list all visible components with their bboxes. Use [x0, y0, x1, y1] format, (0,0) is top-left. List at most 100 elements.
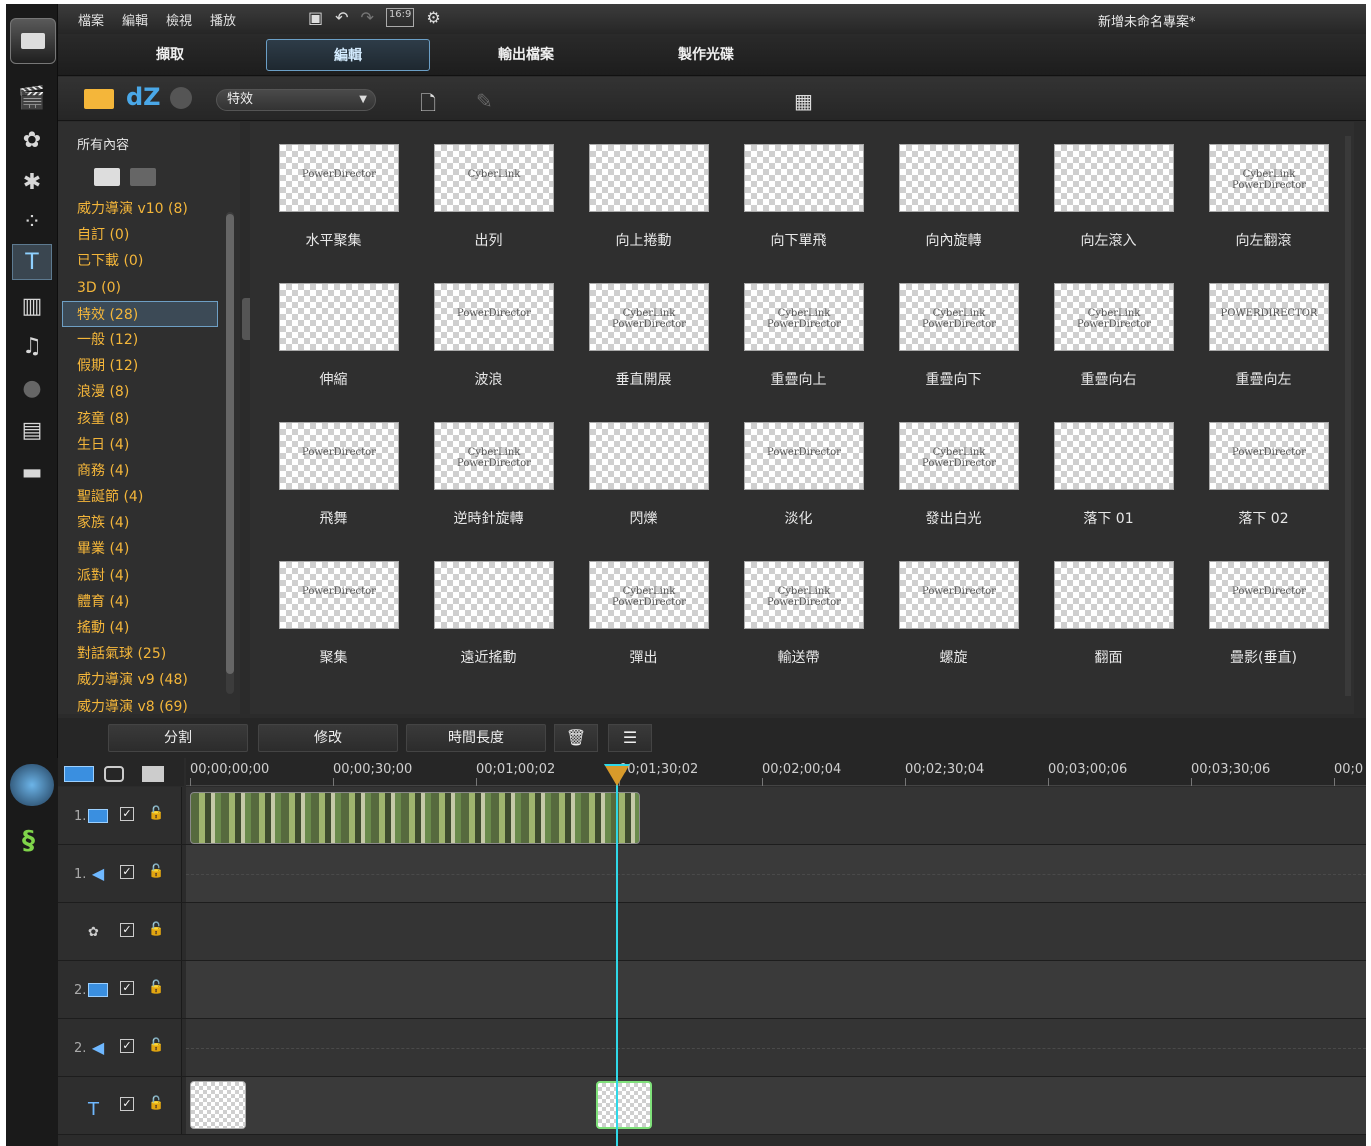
title-effect-thumbnail[interactable]: CyberLink PowerDirector	[899, 422, 1019, 490]
title-effect-item[interactable]: PowerDirector 疊影(垂直)	[1186, 543, 1341, 669]
track-enable-checkbox[interactable]: ✓	[120, 1039, 134, 1053]
video-clip[interactable]	[190, 792, 640, 844]
track-lock-icon[interactable]: 🔓	[148, 807, 164, 821]
title-effect-thumbnail[interactable]: CyberLink PowerDirector	[589, 561, 709, 629]
category-item[interactable]: 自訂 (0)	[58, 222, 218, 248]
title-effect-item[interactable]: 向下單飛	[721, 126, 876, 252]
title-effect-item[interactable]: 落下 01	[1031, 404, 1186, 530]
title-effect-thumbnail[interactable]: PowerDirector	[1209, 561, 1329, 629]
menu-play[interactable]: 播放	[210, 10, 236, 29]
title-effect-thumbnail[interactable]: CyberLink PowerDirector	[744, 561, 864, 629]
menu-view[interactable]: 檢視	[166, 10, 192, 29]
title-room-icon[interactable]: T	[12, 244, 52, 280]
title-effect-item[interactable]: CyberLink PowerDirector 發出白光	[876, 404, 1031, 530]
track-enable-checkbox[interactable]: ✓	[120, 981, 134, 995]
directorzone-icon[interactable]: dZ	[126, 83, 161, 111]
title-effect-thumbnail[interactable]	[1054, 422, 1174, 490]
modify-button[interactable]: 修改	[258, 724, 398, 752]
voice-over-room-icon[interactable]: ●	[12, 370, 52, 406]
track-enable-checkbox[interactable]: ✓	[120, 865, 134, 879]
title-effect-thumbnail[interactable]: CyberLink PowerDirector	[589, 283, 709, 351]
audio-mixing-room-icon[interactable]: ♫	[12, 328, 52, 364]
magic-tool-icon[interactable]	[10, 764, 54, 806]
title-effect-item[interactable]: CyberLink PowerDirector 重疊向下	[876, 265, 1031, 391]
undo-icon[interactable]: ↶	[335, 8, 348, 27]
subtitle-room-icon[interactable]: ▬	[12, 454, 52, 490]
smart-fit-icon[interactable]: §	[22, 826, 35, 856]
category-item[interactable]: 生日 (4)	[58, 432, 218, 458]
user-icon[interactable]	[170, 87, 192, 109]
title-effect-item[interactable]: CyberLink 出列	[411, 126, 566, 252]
tab-produce[interactable]: 輸出檔案	[444, 39, 608, 71]
category-item[interactable]: 派對 (4)	[58, 563, 218, 589]
category-item[interactable]: 已下載 (0)	[58, 248, 218, 274]
title-effect-thumbnail[interactable]: PowerDirector	[279, 422, 399, 490]
title-effect-item[interactable]: CyberLink PowerDirector 向左翻滾	[1186, 126, 1341, 252]
track-enable-checkbox[interactable]: ✓	[120, 807, 134, 821]
tab-create-disc[interactable]: 製作光碟	[624, 39, 788, 71]
settings-gear-icon[interactable]: ⚙	[426, 8, 440, 27]
pip-room-icon[interactable]: ✱	[12, 164, 52, 200]
title-effect-thumbnail[interactable]: CyberLink PowerDirector	[899, 283, 1019, 351]
menu-file[interactable]: 檔案	[78, 10, 104, 29]
title-effect-item[interactable]: 向內旋轉	[876, 126, 1031, 252]
more-functions-icon[interactable]: ☰	[608, 724, 652, 752]
track-enable-checkbox[interactable]: ✓	[120, 1097, 134, 1111]
title-effect-thumbnail[interactable]: PowerDirector	[899, 561, 1019, 629]
title-effect-item[interactable]: PowerDirector 螺旋	[876, 543, 1031, 669]
title-effect-item[interactable]: 閃爍	[566, 404, 721, 530]
redo-icon[interactable]: ↷	[361, 8, 374, 27]
track-enable-checkbox[interactable]: ✓	[120, 923, 134, 937]
title-effect-item[interactable]: 向上捲動	[566, 126, 721, 252]
title-effect-thumbnail[interactable]	[744, 144, 864, 212]
effect-room-icon[interactable]: ✿	[12, 122, 52, 158]
track-lock-icon[interactable]: 🔓	[148, 923, 164, 937]
title-effect-thumbnail[interactable]	[899, 144, 1019, 212]
title-effect-thumbnail[interactable]: PowerDirector	[744, 422, 864, 490]
add-track-icon[interactable]	[142, 766, 164, 782]
title-effect-item[interactable]: PowerDirector 波浪	[411, 265, 566, 391]
category-item[interactable]: 家族 (4)	[58, 510, 218, 536]
particle-room-icon[interactable]: ⁘	[12, 204, 52, 240]
category-item[interactable]: 聖誕節 (4)	[58, 484, 218, 510]
category-item[interactable]: 商務 (4)	[58, 458, 218, 484]
remove-folder-icon[interactable]	[130, 168, 156, 186]
title-effect-thumbnail[interactable]: CyberLink PowerDirector	[434, 422, 554, 490]
timeline-ruler[interactable]: 00;00;00;00 00;00;30;00 00;01;00;02 00;01;3…	[186, 758, 1366, 786]
title-effect-item[interactable]: 翻面	[1031, 543, 1186, 669]
track-lane[interactable]	[186, 845, 1366, 902]
title-effect-thumbnail[interactable]	[1054, 561, 1174, 629]
title-effect-item[interactable]: PowerDirector 飛舞	[256, 404, 411, 530]
title-effect-item[interactable]: POWERDIRECTOR 重疊向左	[1186, 265, 1341, 391]
track-lane[interactable]	[186, 1019, 1366, 1076]
track-lane[interactable]	[186, 903, 1366, 960]
title-effect-thumbnail[interactable]: CyberLink PowerDirector	[1054, 283, 1174, 351]
track-lane[interactable]	[186, 787, 1366, 844]
title-effect-thumbnail[interactable]: PowerDirector	[279, 561, 399, 629]
category-scrollbar[interactable]	[224, 200, 234, 704]
title-effect-thumbnail[interactable]	[279, 283, 399, 351]
title-effect-thumbnail[interactable]: PowerDirector	[279, 144, 399, 212]
title-effect-item[interactable]: PowerDirector 淡化	[721, 404, 876, 530]
edit-title-icon[interactable]: ✎	[476, 89, 493, 113]
track-lane[interactable]	[186, 1077, 1366, 1134]
title-effect-item[interactable]: CyberLink PowerDirector 逆時針旋轉	[411, 404, 566, 530]
tab-edit[interactable]: 編輯	[266, 39, 430, 71]
title-effect-thumbnail[interactable]: CyberLink PowerDirector	[1209, 144, 1329, 212]
title-effect-thumbnail[interactable]: PowerDirector	[434, 283, 554, 351]
category-item[interactable]: 畢業 (4)	[58, 536, 218, 562]
title-effect-item[interactable]: CyberLink PowerDirector 輸送帶	[721, 543, 876, 669]
category-item[interactable]: 搖動 (4)	[58, 615, 218, 641]
category-item[interactable]: 孩童 (8)	[58, 406, 218, 432]
title-effect-thumbnail[interactable]	[434, 561, 554, 629]
title-effect-item[interactable]: PowerDirector 聚集	[256, 543, 411, 669]
import-folder-icon[interactable]	[84, 89, 114, 109]
title-effect-item[interactable]: CyberLink PowerDirector 彈出	[566, 543, 721, 669]
title-effect-item[interactable]: PowerDirector 水平聚集	[256, 126, 411, 252]
library-filter-select[interactable]: 特效 ▼	[216, 89, 376, 111]
title-effect-thumbnail[interactable]: CyberLink PowerDirector	[744, 283, 864, 351]
track-lock-icon[interactable]: 🔓	[148, 981, 164, 995]
category-item[interactable]: 威力導演 v8 (69)	[58, 694, 218, 720]
title-effect-item[interactable]: 向左滾入	[1031, 126, 1186, 252]
grid-scrollbar[interactable]	[1342, 122, 1354, 714]
